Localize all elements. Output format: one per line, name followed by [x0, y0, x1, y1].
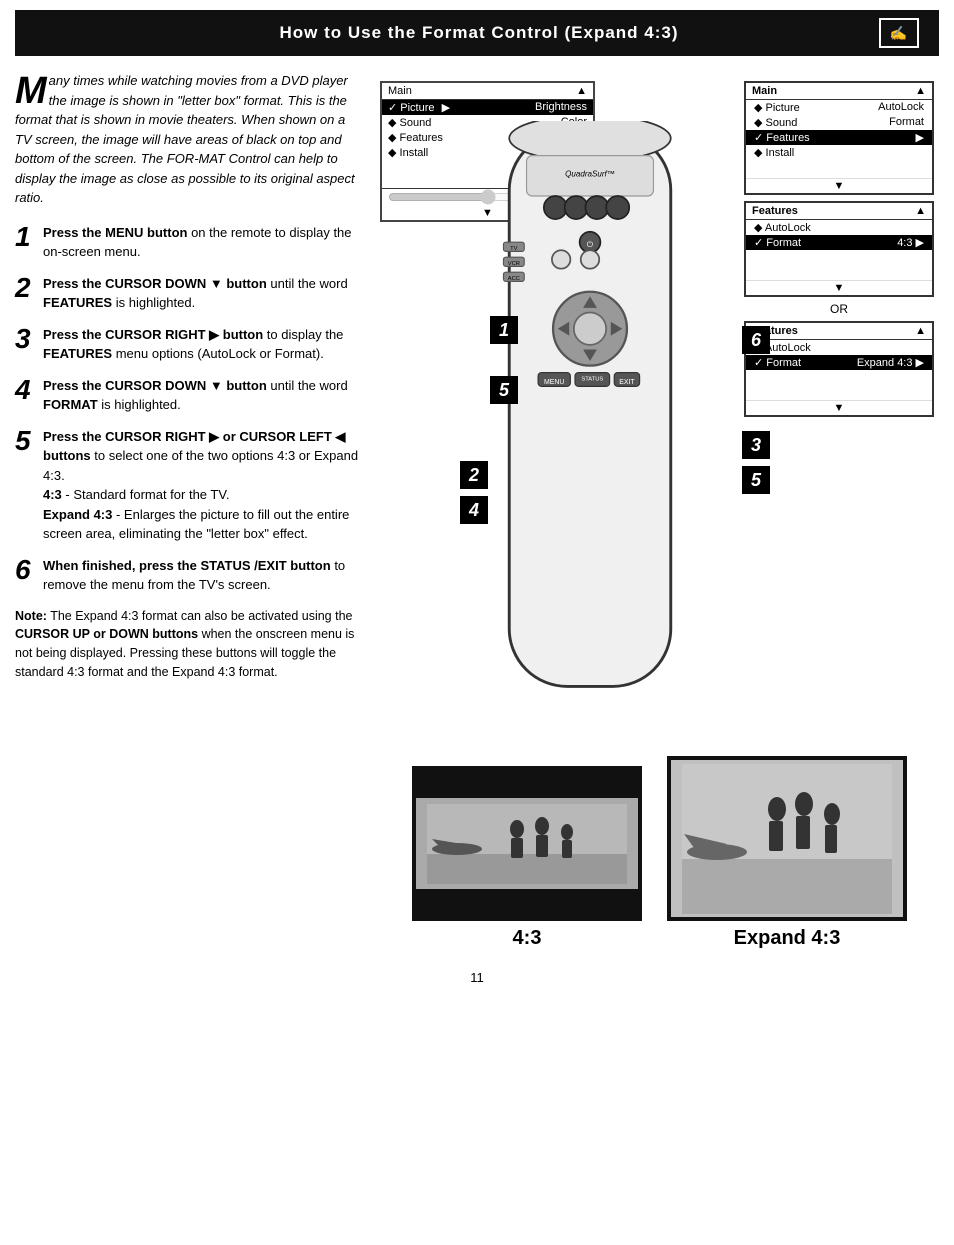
- steps-list: 1 Press the MENU button on the remote to…: [15, 223, 360, 595]
- scene-svg-expand: [682, 764, 892, 914]
- step-number-5: 5: [15, 427, 33, 455]
- menu-brightness: Brightness: [535, 101, 587, 114]
- image-expand: [667, 756, 907, 921]
- svg-text:QuadraSurf™: QuadraSurf™: [565, 169, 615, 178]
- image-pair: 4:3: [412, 756, 907, 950]
- intro-paragraph: Many times while watching movies from a …: [15, 71, 360, 208]
- main2-title: Main: [752, 85, 777, 97]
- svg-text:STATUS: STATUS: [581, 377, 603, 383]
- step-text-5: Press the CURSOR RIGHT ▶ or CURSOR LEFT …: [43, 427, 360, 544]
- menu-picture-item: ✓ Picture ▶: [388, 101, 450, 114]
- main-content: Many times while watching movies from a …: [0, 56, 954, 751]
- step-text-3: Press the CURSOR RIGHT ▶ button to displ…: [43, 325, 360, 364]
- main2-down: ▼: [746, 178, 932, 193]
- badge-5: 5: [490, 376, 518, 404]
- step-number-1: 1: [15, 223, 33, 251]
- step-3: 3 Press the CURSOR RIGHT ▶ button to dis…: [15, 325, 360, 364]
- remote-svg: QuadraSurf™ ⏻ TV VCR ACC: [470, 121, 710, 721]
- main-menu-2: Main ▲ ◆ Picture AutoLock ◆ Sound Format…: [744, 81, 934, 195]
- page-title: How to Use the Format Control (Expand 4:…: [79, 23, 879, 43]
- left-column: Many times while watching movies from a …: [15, 71, 360, 751]
- main2-install: ◆ Install: [754, 146, 794, 159]
- label-expand: Expand 4:3: [734, 927, 841, 950]
- feat2-up: ▲: [915, 325, 926, 337]
- main2-arrow-up: ▲: [915, 85, 926, 97]
- menu-sound-item: ◆ Sound: [388, 116, 431, 129]
- letterbox-top: [416, 770, 638, 798]
- svg-text:ACC: ACC: [508, 276, 520, 282]
- badge-6: 6: [742, 326, 770, 354]
- feat1-autolock: ◆ AutoLock: [754, 222, 811, 234]
- step-number-3: 3: [15, 325, 33, 353]
- step-6: 6 When finished, press the STATUS /EXIT …: [15, 556, 360, 595]
- note-paragraph: Note: The Expand 4:3 format can also be …: [15, 607, 360, 682]
- feat1-title: Features: [752, 205, 798, 217]
- step-number-6: 6: [15, 556, 33, 584]
- step-text-6: When finished, press the STATUS /EXIT bu…: [43, 556, 360, 595]
- menu-features-item: ◆ Features: [388, 131, 443, 144]
- svg-text:⏻: ⏻: [587, 240, 594, 249]
- step-5: 5 Press the CURSOR RIGHT ▶ or CURSOR LEF…: [15, 427, 360, 544]
- page-header: How to Use the Format Control (Expand 4:…: [15, 10, 939, 56]
- bottom-images: 4:3: [380, 756, 939, 950]
- feat1-43: 4:3 ▶: [897, 236, 924, 249]
- or-label: OR: [744, 302, 934, 316]
- main2-format: Format: [889, 116, 924, 129]
- menu-up-arrow: ▲: [576, 85, 587, 97]
- badge-5b: 5: [742, 466, 770, 494]
- menu-install-item: ◆ Install: [388, 146, 428, 159]
- step-1: 1 Press the MENU button on the remote to…: [15, 223, 360, 262]
- right-menus: Main ▲ ◆ Picture AutoLock ◆ Sound Format…: [744, 81, 934, 417]
- main2-features-arrow: ▶: [916, 131, 924, 144]
- badge-1: 1: [490, 316, 518, 344]
- badge-2a: 2: [460, 461, 488, 489]
- feat2-format: ✓ Format: [754, 356, 801, 369]
- image-expand-container: Expand 4:3: [667, 756, 907, 950]
- step-number-4: 4: [15, 376, 33, 404]
- step-text-1: Press the MENU button on the remote to d…: [43, 223, 360, 262]
- badge-3: 3: [742, 431, 770, 459]
- right-column: Main ▲ ✓ Picture ▶ Brightness ◆ Sound Co…: [370, 71, 939, 751]
- remote-control-diagram: QuadraSurf™ ⏻ TV VCR ACC: [470, 121, 730, 721]
- svg-text:VCR: VCR: [508, 261, 520, 267]
- label-43: 4:3: [513, 927, 542, 950]
- feat1-down: ▼: [746, 280, 932, 295]
- svg-text:TV: TV: [510, 246, 518, 252]
- feat1-format: ✓ Format: [754, 236, 801, 249]
- badge-4: 4: [460, 496, 488, 524]
- main2-features: ✓ Features: [754, 131, 810, 144]
- scene-43: [416, 798, 638, 889]
- step-text-4: Press the CURSOR DOWN ▼ button until the…: [43, 376, 360, 415]
- feat1-up: ▲: [915, 205, 926, 217]
- header-icon: ✍: [879, 18, 919, 48]
- drop-cap: M: [15, 75, 47, 107]
- step-2: 2 Press the CURSOR DOWN ▼ button until t…: [15, 274, 360, 313]
- letterbox-bottom: [416, 889, 638, 917]
- menu-title-main: Main: [388, 85, 412, 97]
- features-menu-1: Features ▲ ◆ AutoLock ✓ Format 4:3 ▶ ▼: [744, 201, 934, 297]
- scene-svg-43: [427, 804, 627, 884]
- svg-text:MENU: MENU: [544, 379, 564, 386]
- image-43-container: 4:3: [412, 766, 642, 950]
- step-text-2: Press the CURSOR DOWN ▼ button until the…: [43, 274, 360, 313]
- main2-sound: ◆ Sound: [754, 116, 797, 129]
- main2-autolock: AutoLock: [878, 101, 924, 114]
- svg-text:EXIT EXIT: EXIT EXIT ◀◀ ▶ ▶▶ ■ II: [619, 379, 635, 386]
- step-4: 4 Press the CURSOR DOWN ▼ button until t…: [15, 376, 360, 415]
- scene-expand: [671, 760, 903, 917]
- page-number: 11: [0, 960, 954, 995]
- feat2-expand: Expand 4:3 ▶: [857, 356, 924, 369]
- features-menu-2: Features ▲ ◆ AutoLock ✓ Format Expand 4:…: [744, 321, 934, 417]
- main2-picture: ◆ Picture: [754, 101, 800, 114]
- feat2-down: ▼: [746, 400, 932, 415]
- image-43: [412, 766, 642, 921]
- bottom-section: 4:3: [0, 751, 954, 960]
- step-number-2: 2: [15, 274, 33, 302]
